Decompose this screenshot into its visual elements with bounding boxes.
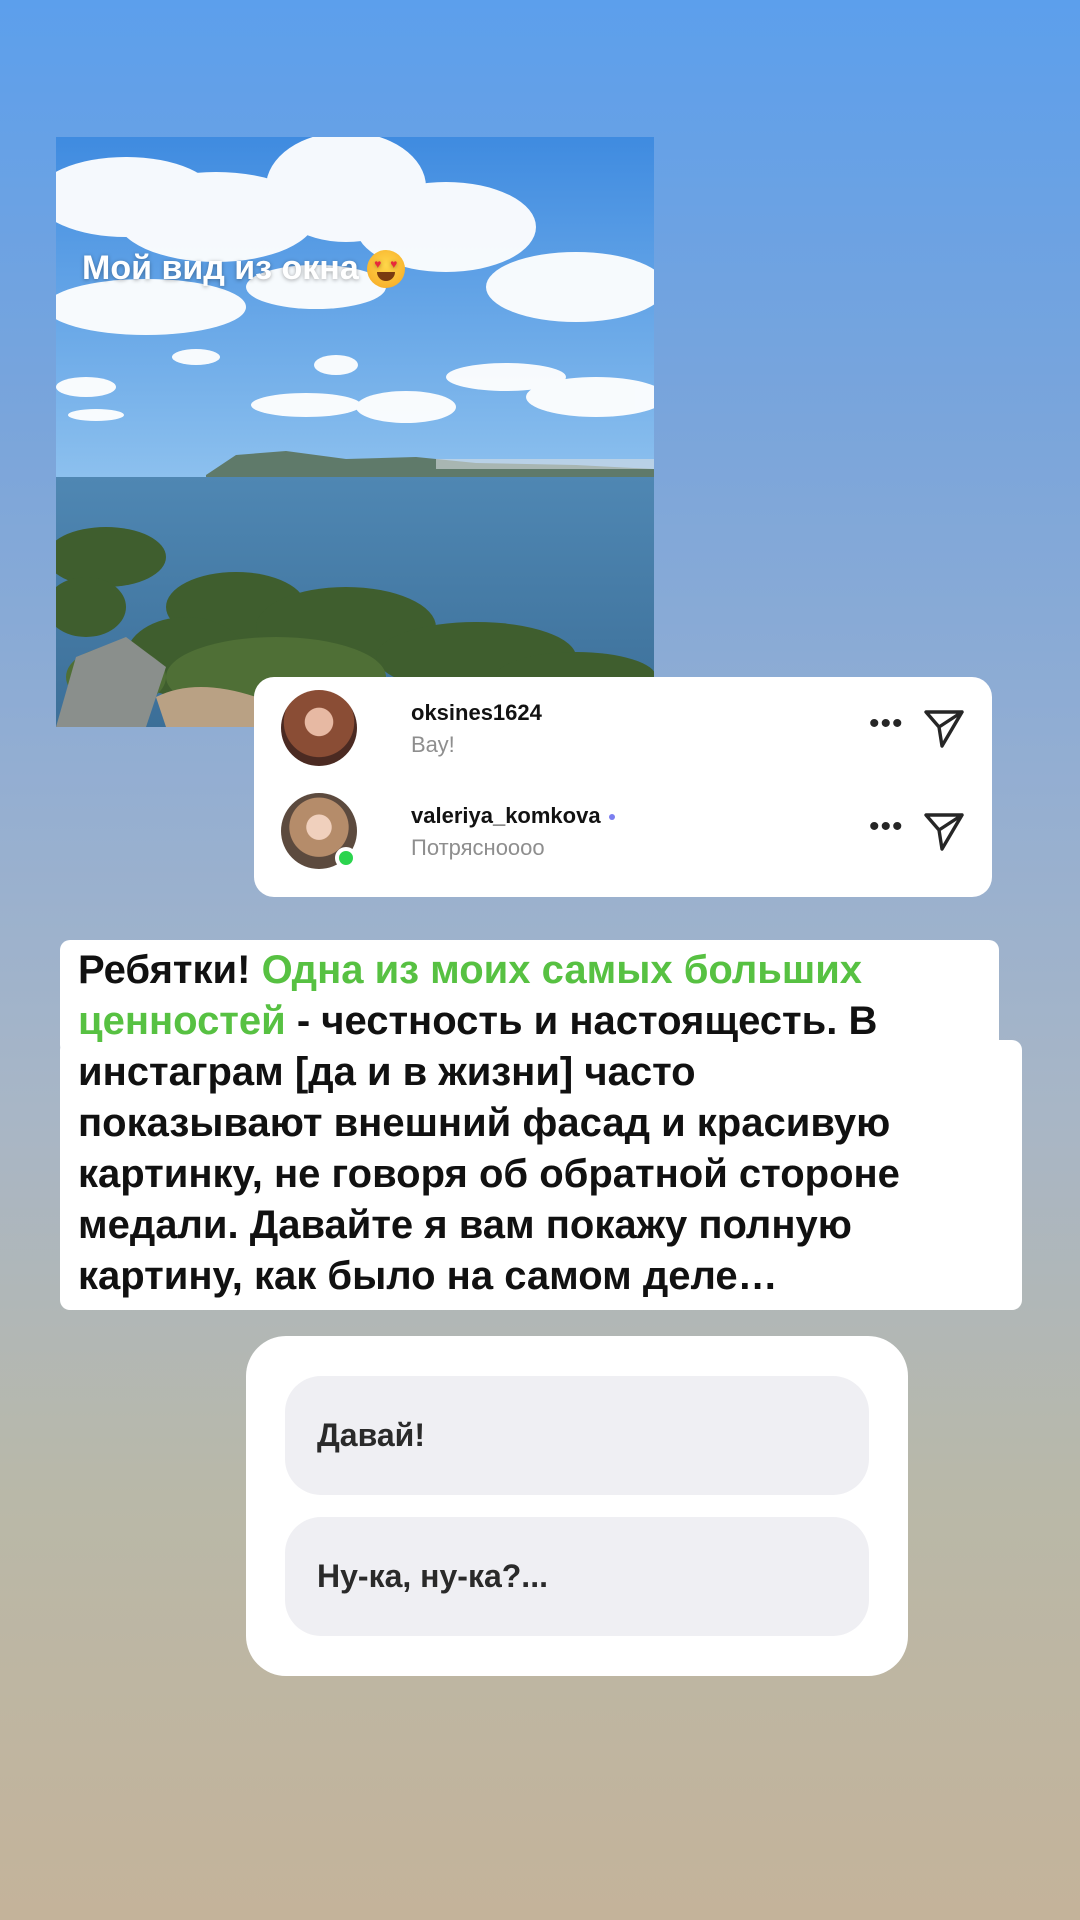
comment-item: oksines1624 Вау! ••• <box>281 690 981 768</box>
message-line: инстаграм [да и в жизни] часто <box>60 1047 714 1098</box>
message-line: картину, как было на самом деле… <box>60 1251 796 1302</box>
message-line: ценностей - честность и настоящесть. В <box>60 996 896 1047</box>
more-options-icon[interactable]: ••• <box>869 812 903 842</box>
message-text: - честность и настоящесть. В <box>285 999 878 1043</box>
message-highlight-text: Одна из моих самых больших <box>261 948 863 992</box>
message-line: картинку, не говоря об обратной стороне <box>60 1149 918 1200</box>
comment-username[interactable]: valeriya_komkova <box>411 803 615 829</box>
comments-card: oksines1624 Вау! ••• valeriya_komkova По… <box>254 677 992 897</box>
send-icon[interactable] <box>922 706 966 750</box>
heart-eyes-emoji-icon: ♥ ♥ <box>366 249 405 288</box>
message-line: показывают внешний фасад и красивую <box>60 1098 909 1149</box>
new-content-dot-icon <box>608 814 615 821</box>
story-photo: Мой вид из окна ♥ ♥ <box>56 137 654 727</box>
online-status-dot <box>335 847 357 869</box>
more-options-icon[interactable]: ••• <box>869 709 903 739</box>
message-highlight-text: ценностей <box>78 999 286 1043</box>
sea-view-image <box>56 137 654 727</box>
comment-item: valeriya_komkova Потрясноооо ••• <box>281 793 981 871</box>
poll-option[interactable]: Ну-ка, ну-ка?... <box>285 1517 869 1636</box>
message-line: Ребятки! Одна из моих самых больших <box>60 945 881 996</box>
send-icon[interactable] <box>922 809 966 853</box>
poll-option[interactable]: Давай! <box>285 1376 869 1495</box>
photo-caption-text: Мой вид из окна <box>82 249 359 287</box>
message-text: Ребятки! <box>78 948 262 992</box>
comment-username-text: valeriya_komkova <box>411 803 601 828</box>
poll-sticker: Давай! Ну-ка, ну-ка?... <box>246 1336 908 1676</box>
comment-username[interactable]: oksines1624 <box>411 700 542 726</box>
comment-text: Вау! <box>411 732 455 757</box>
avatar[interactable] <box>281 690 357 766</box>
photo-caption: Мой вид из окна ♥ ♥ <box>82 249 405 288</box>
message-line: медали. Давайте я вам покажу полную <box>60 1200 870 1251</box>
comment-text: Потрясноооо <box>411 835 545 860</box>
